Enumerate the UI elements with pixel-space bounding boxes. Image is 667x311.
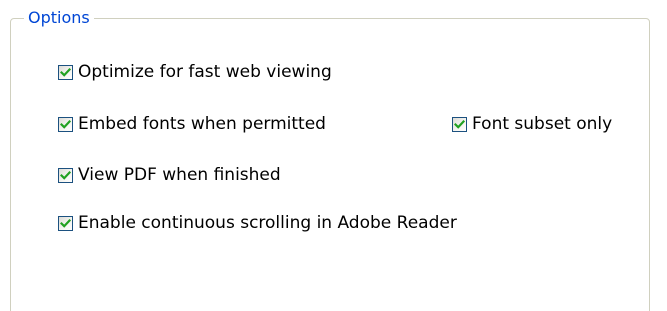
checkmark-icon (60, 170, 71, 180)
optimize-fast-web-view-checkbox[interactable] (58, 64, 73, 80)
font-subset-checkbox[interactable] (452, 116, 467, 132)
options-panel: Options Optimize for fast web viewing Em… (0, 0, 667, 311)
font-subset-label: Font subset only (472, 114, 613, 134)
embed-fonts-option[interactable]: Embed fonts when permitted (58, 113, 326, 135)
checkmark-icon (454, 119, 465, 129)
continuous-scrolling-option[interactable]: Enable continuous scrolling in Adobe Rea… (58, 212, 457, 234)
checkmark-icon (60, 67, 71, 77)
continuous-scrolling-checkbox[interactable] (58, 215, 73, 231)
font-subset-option[interactable]: Font subset only (452, 113, 612, 135)
checkmark-icon (60, 218, 71, 228)
view-pdf-option[interactable]: View PDF when finished (58, 164, 281, 186)
continuous-scrolling-label: Enable continuous scrolling in Adobe Rea… (78, 213, 457, 233)
checkmark-icon (60, 119, 71, 129)
view-pdf-label: View PDF when finished (78, 165, 281, 185)
view-pdf-checkbox[interactable] (58, 167, 73, 183)
options-group-title: Options (24, 8, 94, 28)
embed-fonts-label: Embed fonts when permitted (78, 114, 326, 134)
optimize-fast-web-view-option[interactable]: Optimize for fast web viewing (58, 61, 332, 83)
optimize-fast-web-view-label: Optimize for fast web viewing (78, 62, 332, 82)
embed-fonts-checkbox[interactable] (58, 116, 73, 132)
